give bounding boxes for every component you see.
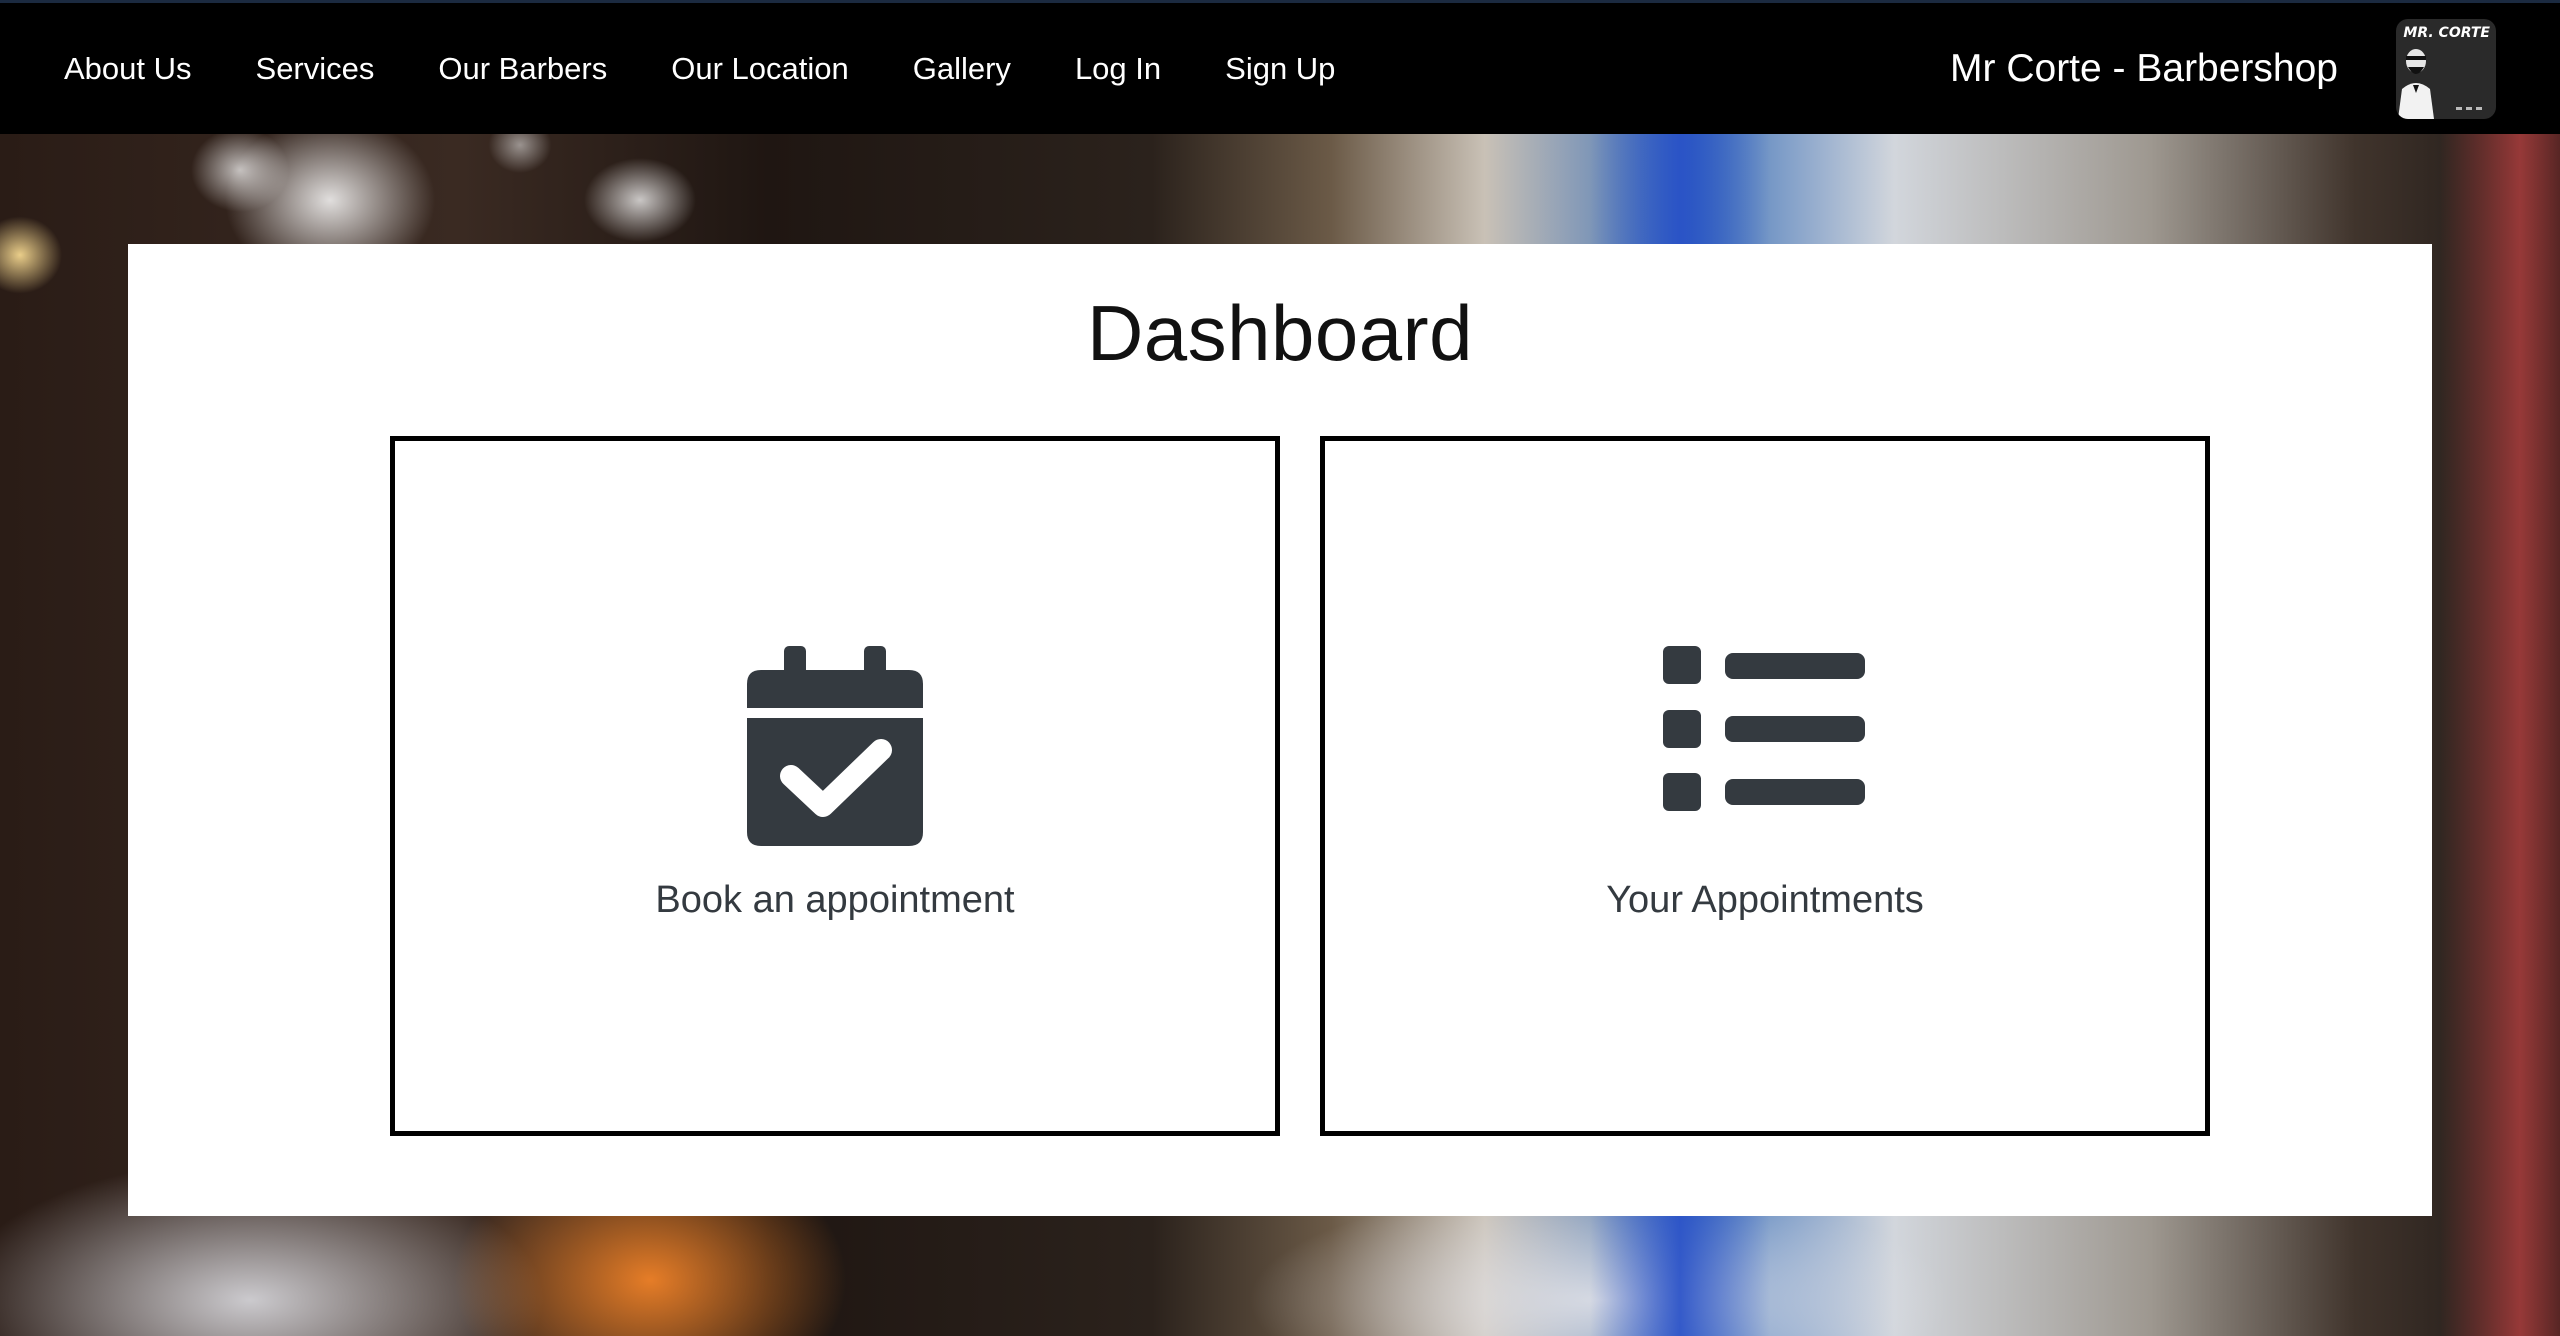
list-icon [1663,646,1865,811]
your-appointments-label: Your Appointments [1606,879,1924,921]
nav-link-services[interactable]: Services [256,51,375,87]
brand[interactable]: Mr Corte - Barbershop MR. CORTE [1950,18,2496,119]
nav-link-our-barbers[interactable]: Our Barbers [438,51,607,87]
book-appointment-card[interactable]: Book an appointment [390,436,1280,1136]
nav-link-about-us[interactable]: About Us [64,51,192,87]
calendar-check-icon [747,646,923,846]
page-title: Dashboard [1086,289,1474,377]
book-appointment-label: Book an appointment [655,879,1015,921]
nav-link-log-in[interactable]: Log In [1075,51,1161,87]
nav-link-sign-up[interactable]: Sign Up [1225,51,1335,87]
brand-name[interactable]: Mr Corte - Barbershop [1950,47,2338,91]
logo[interactable]: MR. CORTE [2396,18,2496,119]
dashboard-panel: Dashboard Book an appointment Your Appoi… [128,244,2432,1216]
navbar: About Us Services Our Barbers Our Locati… [0,0,2560,134]
nav-links: About Us Services Our Barbers Our Locati… [64,51,1399,87]
nav-link-our-location[interactable]: Our Location [671,51,849,87]
your-appointments-card[interactable]: Your Appointments [1320,436,2210,1136]
barber-avatar-icon [2398,48,2482,119]
nav-link-gallery[interactable]: Gallery [913,51,1011,87]
